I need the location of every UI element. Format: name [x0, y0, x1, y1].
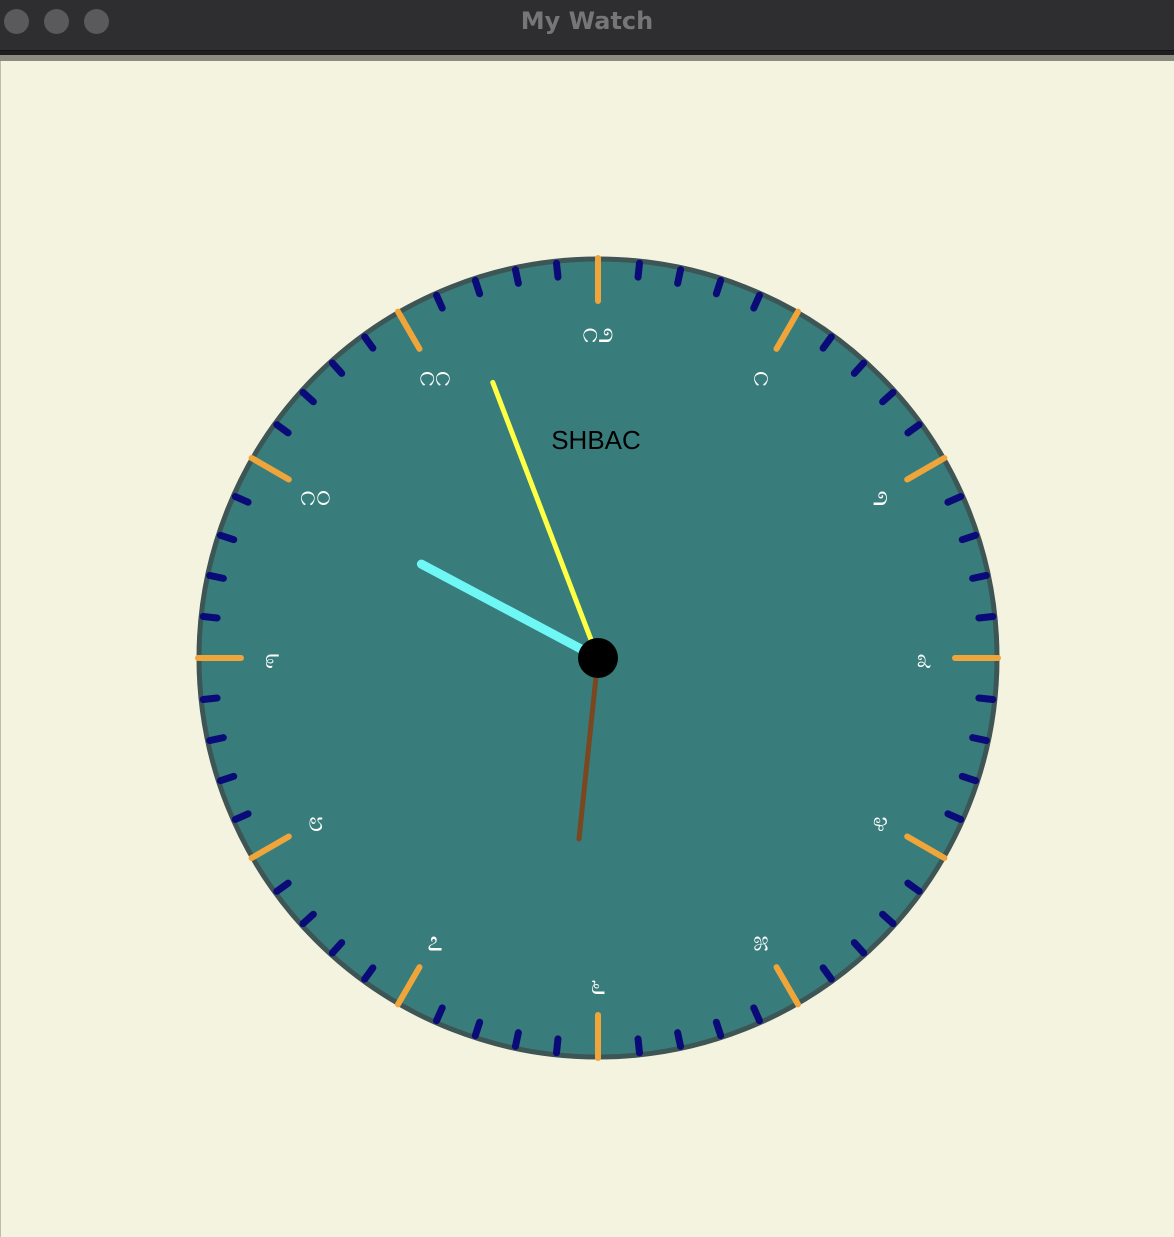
minor-tick — [958, 772, 980, 785]
hour-numeral: ೮ — [308, 805, 324, 838]
hour-numeral: ೫ — [753, 924, 769, 957]
hour-numeral: ೪ — [872, 805, 888, 838]
minor-tick — [975, 613, 997, 622]
center-hub — [578, 638, 618, 678]
minor-tick — [206, 734, 227, 745]
minor-tick — [634, 1035, 643, 1057]
minor-tick — [712, 1018, 725, 1040]
minor-tick — [969, 571, 990, 582]
brand-label: SHBAC — [551, 425, 641, 455]
minor-tick — [216, 531, 238, 544]
minor-tick — [712, 276, 725, 298]
minor-tick — [553, 1035, 562, 1057]
hour-numeral: ೧ — [753, 360, 769, 393]
minor-tick — [634, 259, 643, 281]
window-title: My Watch — [520, 7, 654, 35]
minor-tick — [674, 266, 685, 287]
minor-tick — [511, 266, 522, 287]
minor-tick — [975, 694, 997, 703]
minor-tick — [199, 694, 221, 703]
hour-numeral: ೧೧ — [419, 360, 450, 393]
minor-tick — [553, 259, 562, 281]
hour-numeral: ೩ — [916, 642, 932, 675]
minor-tick — [471, 1018, 484, 1040]
hour-numeral: ೧೨ — [582, 316, 613, 349]
hour-numeral: ೧೦ — [300, 479, 331, 512]
app-window: My Watch ೧೨ ೧ ೨ ೩ ೪ ೫ ೬ ೭ ೮ ೯ ೧೦ ೧೧ SHBAC — [0, 0, 1174, 1237]
hour-numeral: ೯ — [264, 642, 280, 675]
clock-canvas: ೧೨ ೧ ೨ ೩ ೪ ೫ ೬ ೭ ೮ ೯ ೧೦ ೧೧ SHBAC — [0, 61, 1174, 1237]
hour-numeral: ೨ — [872, 479, 888, 512]
title-bar[interactable]: My Watch — [0, 0, 1174, 51]
hour-numeral: ೬ — [590, 968, 606, 1001]
minor-tick — [199, 613, 221, 622]
watch-face: ೧೨೧೨೩೪೫೬೭೮೯೧೦೧೧ SHBAC — [195, 255, 1001, 1061]
minor-tick — [958, 531, 980, 544]
minor-tick — [206, 571, 227, 582]
minor-tick — [471, 276, 484, 298]
minor-tick — [511, 1029, 522, 1050]
minor-tick — [969, 734, 990, 745]
minor-tick — [216, 772, 238, 785]
hour-numeral: ೭ — [427, 924, 443, 957]
minor-tick — [674, 1029, 685, 1050]
title-separator — [0, 51, 1174, 61]
